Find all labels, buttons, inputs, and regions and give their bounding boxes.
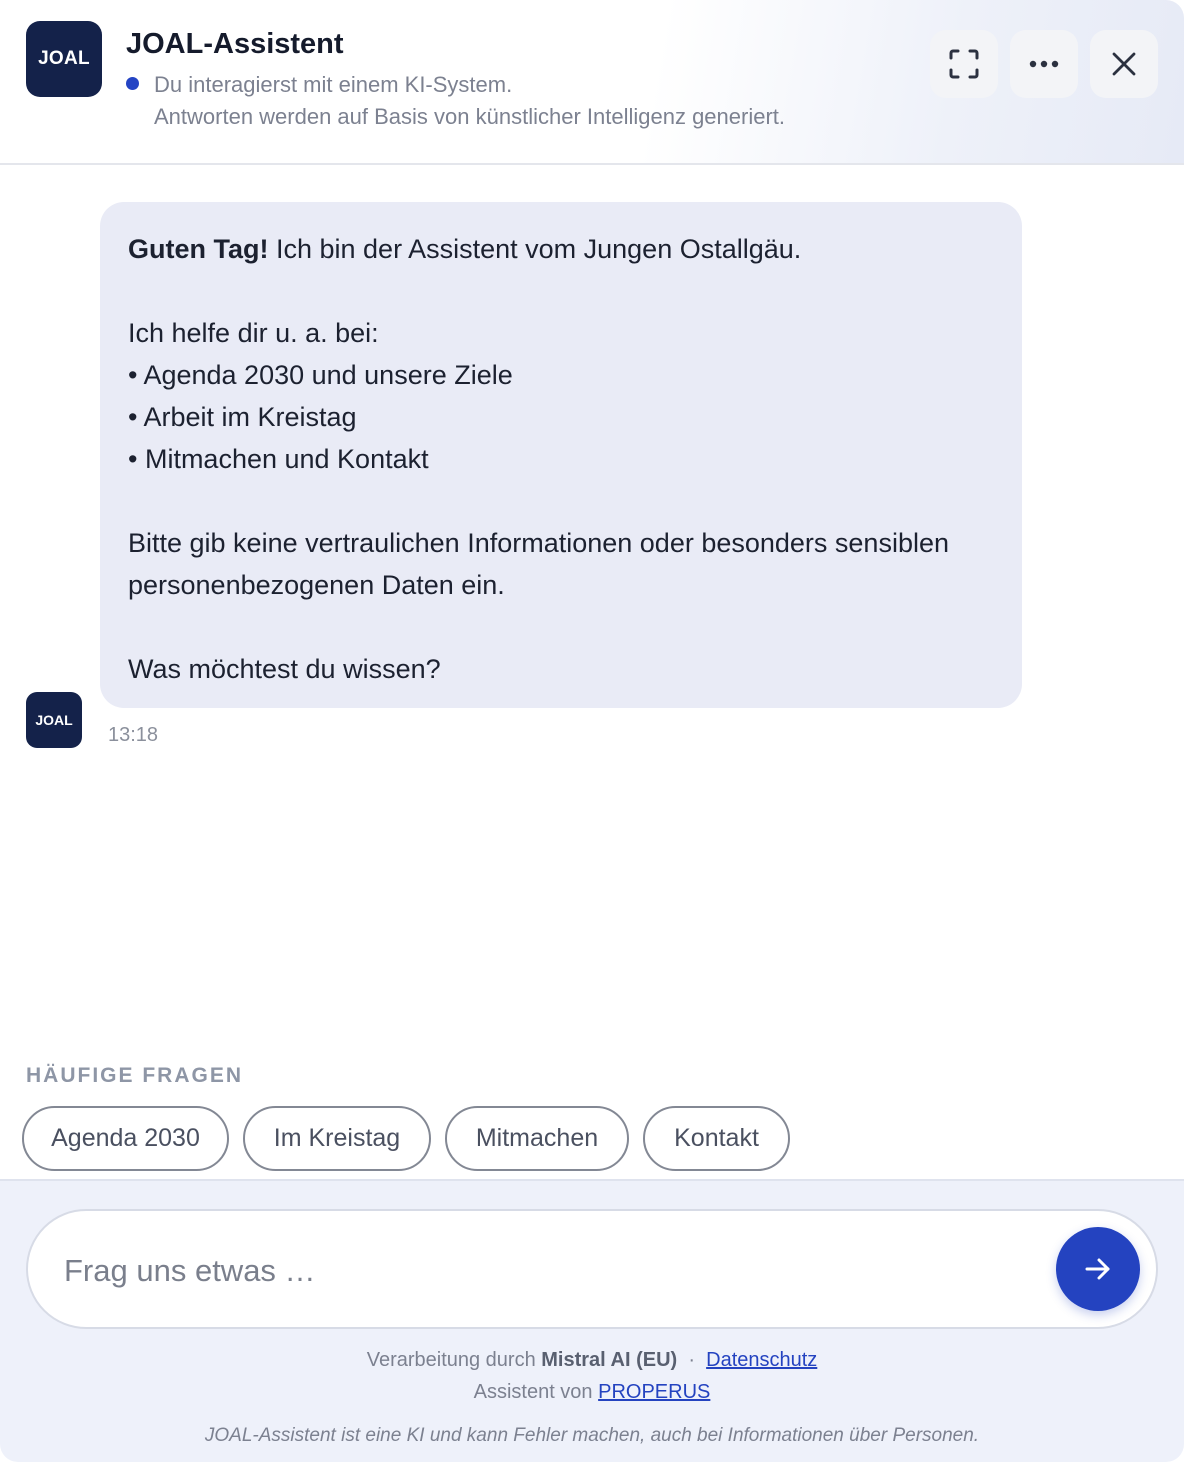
assistant-credit: Assistent von PROPERUS bbox=[0, 1381, 1184, 1404]
separator: · bbox=[688, 1349, 695, 1371]
list-item: • Mitmachen und Kontakt bbox=[128, 444, 429, 474]
chat-widget: JOAL JOAL-Assistent Du interagierst mit … bbox=[0, 0, 1184, 1462]
assistant-avatar-text: JOAL bbox=[35, 712, 73, 728]
properus-link[interactable]: PROPERUS bbox=[598, 1381, 710, 1403]
greeting-line: Guten Tag! Ich bin der Assistent vom Jun… bbox=[128, 228, 994, 270]
message-timestamp: 13:18 bbox=[108, 724, 159, 746]
faq-chip-kontakt[interactable]: Kontakt bbox=[643, 1106, 790, 1171]
chat-header: JOAL JOAL-Assistent Du interagierst mit … bbox=[0, 0, 1184, 165]
ai-disclaimer: JOAL-Assistent ist eine KI und kann Fehl… bbox=[204, 1425, 980, 1446]
faq-chip-mitmachen[interactable]: Mitmachen bbox=[445, 1106, 629, 1171]
assistant-avatar: JOAL bbox=[26, 692, 82, 748]
assistant-message-bubble: Guten Tag! Ich bin der Assistent vom Jun… bbox=[100, 202, 1022, 708]
question-line: Was möchtest du wissen? bbox=[128, 654, 441, 684]
ai-notice-sub: Antworten werden auf Basis von künstlich… bbox=[154, 104, 786, 129]
expand-button[interactable] bbox=[930, 30, 998, 98]
list-item: • Agenda 2030 und unsere Ziele bbox=[128, 360, 513, 390]
processing-info: Verarbeitung durch Mistral AI (EU) · Dat… bbox=[0, 1349, 1184, 1372]
arrow-right-icon bbox=[1085, 1258, 1110, 1280]
assistant-title: JOAL-Assistent bbox=[126, 28, 344, 60]
greeting-bold: Guten Tag! bbox=[128, 234, 269, 264]
faq-chip-kreistag[interactable]: Im Kreistag bbox=[243, 1106, 431, 1171]
send-button[interactable] bbox=[1056, 1227, 1140, 1311]
message-composer bbox=[26, 1209, 1158, 1329]
faq-chip-agenda[interactable]: Agenda 2030 bbox=[22, 1106, 229, 1171]
expand-icon bbox=[949, 49, 979, 79]
processing-prefix: Verarbeitung durch bbox=[366, 1349, 542, 1371]
brand-logo-text: JOAL bbox=[38, 48, 90, 69]
assistant-prefix: Assistent von bbox=[473, 1381, 599, 1403]
list-item: • Arbeit im Kreistag bbox=[128, 402, 357, 432]
warning-line: Bitte gib keine vertraulichen Informatio… bbox=[128, 528, 949, 558]
faq-heading: HÄUFIGE FRAGEN bbox=[26, 1064, 243, 1087]
more-options-button[interactable] bbox=[1010, 30, 1078, 98]
privacy-link[interactable]: Datenschutz bbox=[706, 1349, 817, 1371]
ai-notice: Du interagierst mit einem KI-System. bbox=[154, 72, 513, 97]
more-icon bbox=[1029, 60, 1059, 68]
close-icon bbox=[1112, 52, 1136, 76]
processing-provider: Mistral AI (EU) bbox=[541, 1349, 678, 1371]
intro-line: Ich helfe dir u. a. bei: bbox=[128, 318, 379, 348]
status-dot-icon bbox=[126, 77, 139, 90]
close-button[interactable] bbox=[1090, 30, 1158, 98]
greeting-text: Ich bin der Assistent vom Jungen Ostallg… bbox=[268, 234, 802, 264]
warning-line: personenbezogenen Daten ein. bbox=[128, 570, 505, 600]
brand-logo: JOAL bbox=[26, 21, 102, 97]
message-input[interactable] bbox=[64, 1241, 1044, 1301]
